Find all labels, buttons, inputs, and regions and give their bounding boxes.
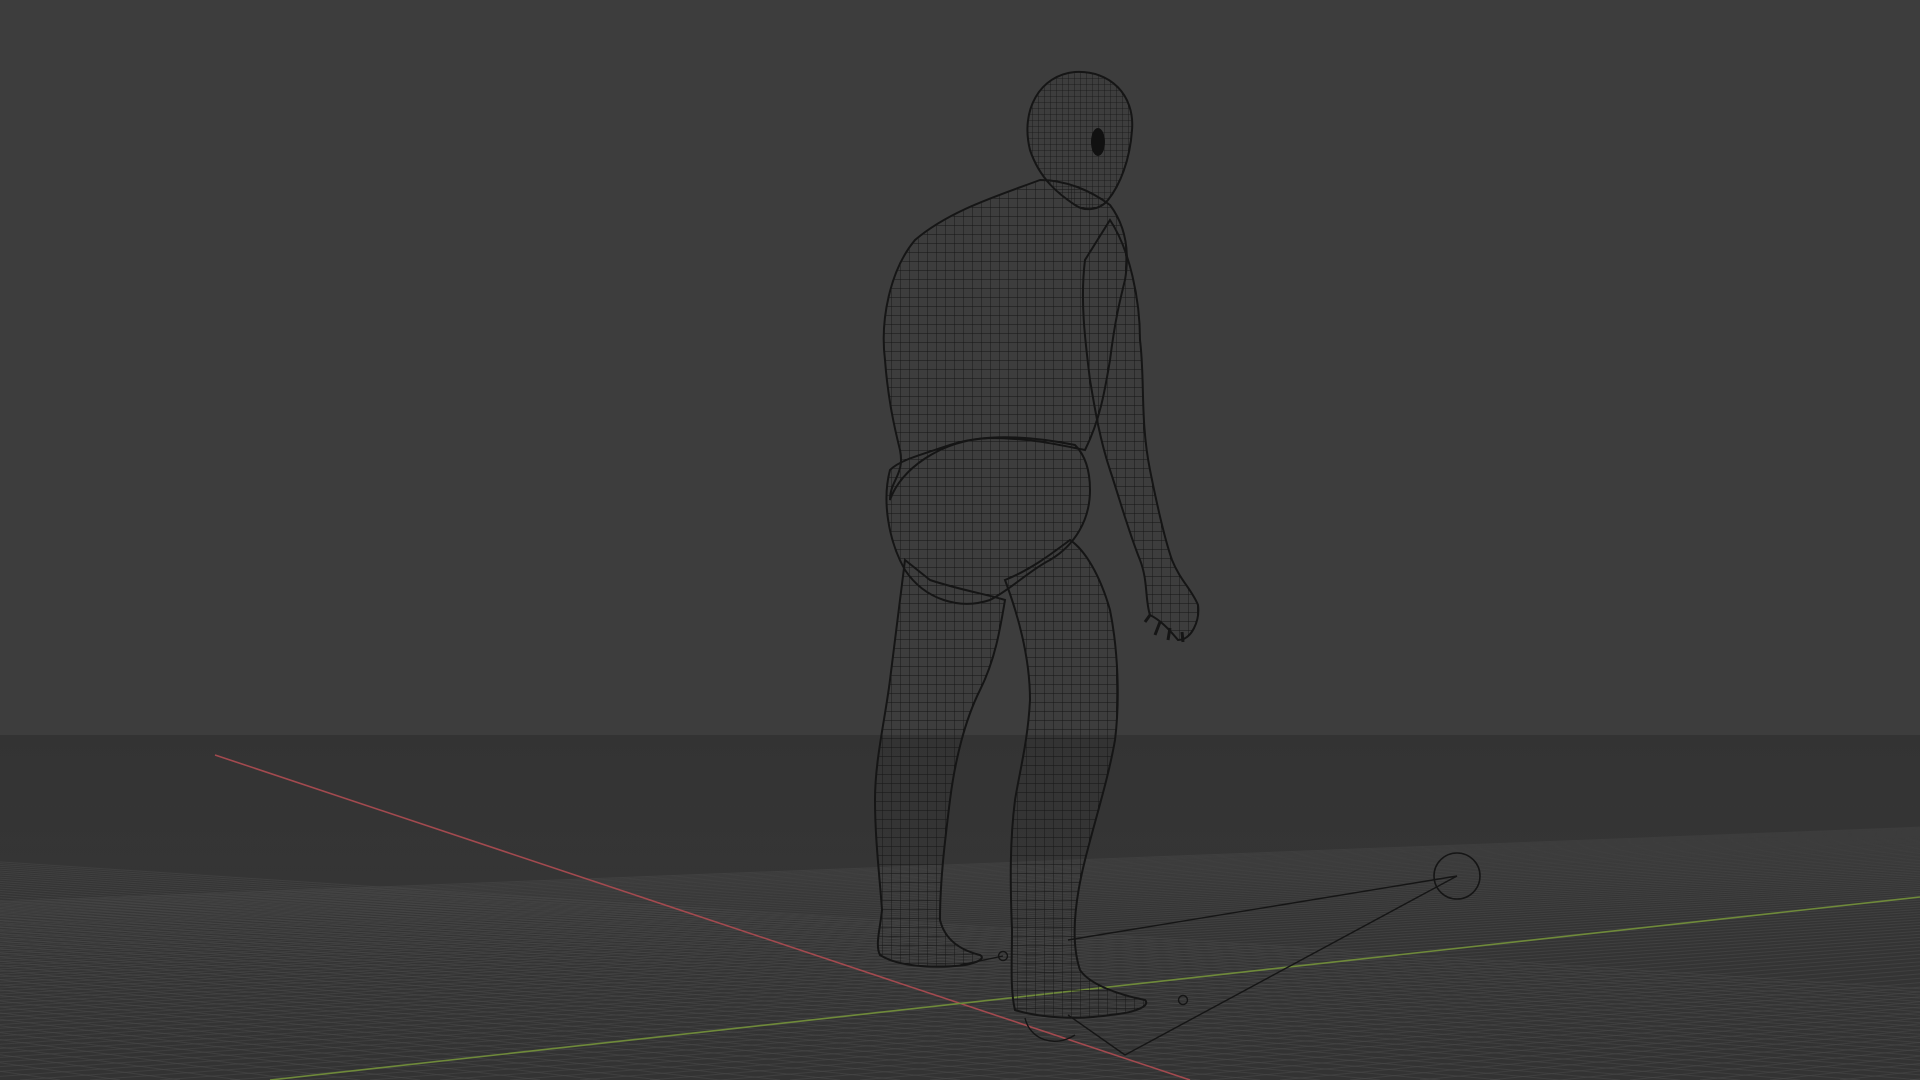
mesh-ear [1091, 128, 1105, 156]
grid-fade [0, 735, 1920, 875]
3d-viewport[interactable] [0, 0, 1920, 1080]
viewport-scene[interactable] [0, 0, 1920, 1080]
